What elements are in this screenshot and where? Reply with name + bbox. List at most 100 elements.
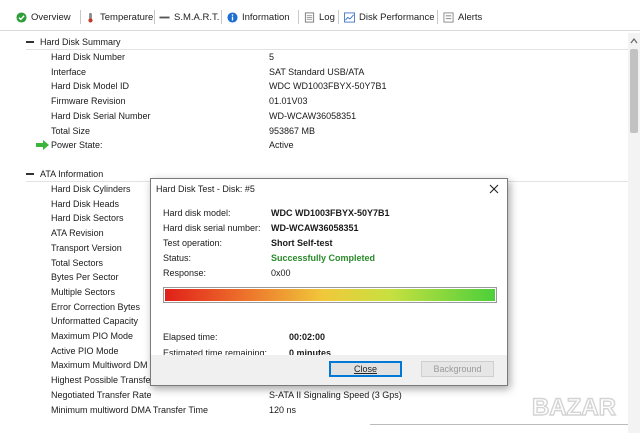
field-label: Hard disk model:	[163, 208, 231, 218]
list-item: Total Size 953867 MB	[0, 124, 628, 139]
field-label: Elapsed time:	[163, 332, 218, 342]
close-icon[interactable]	[487, 182, 501, 196]
tab-label: Alerts	[458, 11, 483, 23]
row-key: Interface	[51, 66, 87, 77]
row-key: Hard Disk Sectors	[51, 213, 124, 224]
row-key: Maximum PIO Mode	[51, 331, 134, 341]
list-item: Power State: Active	[0, 138, 628, 153]
dialog-title: Hard Disk Test - Disk: #5	[156, 184, 255, 194]
row-key: Hard Disk Cylinders	[51, 184, 131, 194]
row-key: Error Correction Bytes	[51, 301, 141, 312]
row-key: Bytes Per Sector	[51, 272, 119, 283]
tab-temperature[interactable]: Temperature	[85, 9, 153, 25]
row-key: Maximum Multiword DM	[51, 360, 148, 371]
collapse-icon	[26, 173, 34, 175]
scroll-up-icon[interactable]	[630, 37, 638, 45]
tab-label: Log	[319, 11, 335, 23]
log-icon	[304, 11, 315, 23]
background-button[interactable]: Background	[421, 361, 494, 377]
group-title: Hard Disk Summary	[40, 37, 121, 47]
status-value: Successfully Completed	[271, 253, 376, 263]
tab-label: S.M.A.R.T.	[174, 11, 220, 23]
thermometer-icon	[88, 12, 93, 23]
progress-fill	[165, 289, 495, 301]
button-label: Close	[353, 364, 377, 374]
dialog-field: Status: Successfully Completed	[163, 251, 503, 265]
tab-smart[interactable]: S.M.A.R.T.	[159, 9, 219, 25]
collapse-icon	[26, 41, 34, 43]
svg-text:BAZAR: BAZAR	[532, 394, 616, 421]
list-item: Interface SAT Standard USB/ATA	[0, 65, 628, 80]
field-label: Hard disk serial number:	[163, 223, 261, 233]
dialog-field: Response: 0x00	[163, 266, 503, 280]
chart-icon	[344, 11, 355, 23]
tab-bar-divider	[0, 30, 640, 31]
row-key: Total Sectors	[51, 257, 104, 268]
row-value: S-ATA II Signaling Speed (3 Gps)	[269, 389, 402, 400]
list-item: Hard Disk Model ID WDC WD1003FBYX-50Y7B1	[0, 79, 628, 94]
list-item: Hard Disk Number 5	[0, 50, 628, 65]
row-key: Hard Disk Heads	[51, 198, 120, 209]
vertical-scrollbar[interactable]	[628, 33, 640, 433]
row-key: Hard Disk Serial Number	[51, 110, 151, 121]
field-label: Response:	[163, 268, 207, 278]
tab-overview[interactable]: Overview	[16, 9, 71, 25]
tab-label: Temperature	[100, 11, 154, 23]
dialog-body: Hard disk model: WDC WD1003FBYX-50Y7B1 Ha…	[151, 199, 507, 358]
dialog-footer: Close Background	[151, 355, 507, 385]
dialog-field: Hard disk model: WDC WD1003FBYX-50Y7B1	[163, 206, 503, 220]
dialog-field: Hard disk serial number: WD-WCAW36058351	[163, 221, 503, 235]
field-value: Short Self-test	[271, 238, 333, 248]
row-key: Hard Disk Number	[51, 52, 126, 62]
row-key: ATA Revision	[51, 228, 104, 239]
smart-icon	[159, 16, 170, 18]
dialog-titlebar: Hard Disk Test - Disk: #5	[151, 179, 507, 199]
watermark-logo: BAZAR	[530, 385, 630, 425]
row-key: Power State:	[51, 140, 103, 151]
tab-information[interactable]: Information	[227, 9, 290, 25]
check-circle-icon	[16, 11, 27, 23]
list-item: Firmware Revision 01.01V03	[0, 94, 628, 109]
row-value: Active	[269, 140, 294, 151]
group-title: ATA Information	[40, 169, 104, 179]
button-label: Background	[433, 364, 482, 374]
row-key: Transport Version	[51, 242, 122, 253]
row-key: Firmware Revision	[51, 96, 126, 107]
field-label: Test operation:	[163, 238, 223, 248]
hard-disk-test-dialog: Hard Disk Test - Disk: #5 Hard disk mode…	[150, 178, 508, 386]
row-value: WDC WD1003FBYX-50Y7B1	[269, 81, 387, 92]
alerts-icon	[443, 11, 454, 23]
row-key: Hard Disk Model ID	[51, 81, 130, 92]
dialog-field: Test operation: Short Self-test	[163, 236, 503, 250]
watermark-logo-graphic: BAZAR	[531, 393, 616, 421]
elapsed-time: Elapsed time: 00:02:00	[163, 330, 503, 344]
group-header-ata[interactable]: ATA Information	[26, 167, 103, 181]
tab-log[interactable]: Log	[304, 9, 335, 25]
tab-label: Overview	[31, 11, 71, 23]
row-value: SAT Standard USB/ATA	[269, 66, 365, 77]
row-key: Active PIO Mode	[51, 345, 119, 356]
row-key: Minimum multiword DMA Transfer Time	[51, 404, 209, 415]
row-value: 01.01V03	[269, 96, 308, 107]
tab-alerts[interactable]: Alerts	[443, 9, 482, 25]
row-value: 953867 MB	[269, 125, 316, 136]
field-value: WDC WD1003FBYX-50Y7B1	[271, 208, 390, 218]
row-key: Total Size	[51, 125, 91, 136]
test-progress-bar	[163, 287, 497, 303]
tab-disk-performance[interactable]: Disk Performance	[344, 9, 435, 25]
field-value: WD-WCAW36058351	[271, 223, 359, 233]
close-button[interactable]: Close	[329, 361, 402, 377]
field-value: 0x00	[271, 268, 291, 278]
scroll-thumb[interactable]	[630, 49, 638, 133]
field-value: 00:02:00	[289, 332, 326, 342]
row-key: Negotiated Transfer Rate	[51, 389, 152, 400]
tab-bar: Overview Temperature S.M.A.R.T. Informat…	[0, 0, 640, 32]
group-header-summary[interactable]: Hard Disk Summary	[26, 35, 121, 49]
green-arrow-icon	[36, 140, 49, 151]
row-key: Multiple Sectors	[51, 286, 116, 297]
row-value: 5	[269, 52, 275, 62]
list-item: Hard Disk Serial Number WD-WCAW36058351	[0, 109, 628, 124]
tab-label: Information	[242, 11, 290, 23]
row-value: WD-WCAW36058351	[269, 110, 357, 121]
field-label: Status:	[163, 253, 192, 263]
